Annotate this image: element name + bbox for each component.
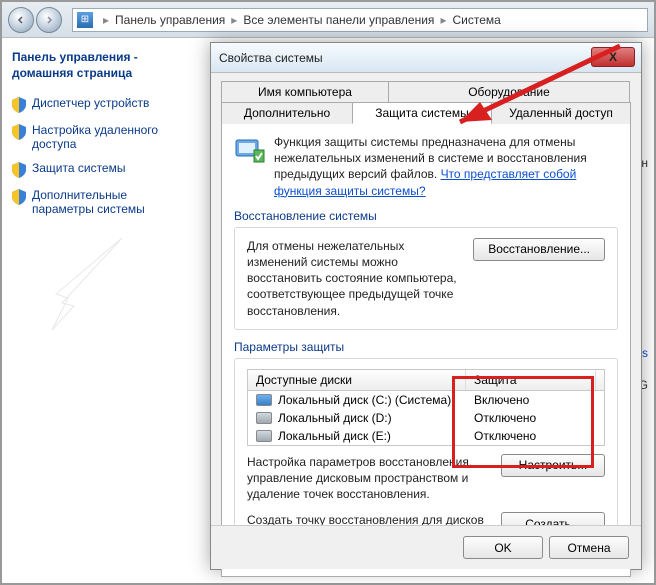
sidebar-item-advanced-system[interactable]: Дополнительные параметры системы bbox=[12, 188, 187, 216]
sidebar-subtitle[interactable]: домашняя страница bbox=[12, 66, 187, 80]
tab-computer-name[interactable]: Имя компьютера bbox=[221, 81, 389, 102]
disk-icon bbox=[256, 412, 272, 424]
disk-icon bbox=[256, 394, 272, 406]
tab-hardware[interactable]: Оборудование bbox=[388, 81, 630, 102]
sidebar-item-label: Дополнительные параметры системы bbox=[32, 188, 187, 216]
breadcrumb-item[interactable]: Все элементы панели управления bbox=[243, 13, 434, 27]
table-row[interactable]: Локальный диск (E:) Отключено bbox=[248, 427, 604, 445]
tab-panel: Функция защиты системы предназначена для… bbox=[221, 123, 631, 577]
disk-table[interactable]: Доступные диски Защита Локальный диск (C… bbox=[247, 369, 605, 446]
forward-button[interactable] bbox=[36, 7, 62, 33]
tab-advanced[interactable]: Дополнительно bbox=[221, 102, 353, 124]
shield-icon bbox=[12, 162, 26, 178]
tab-remote[interactable]: Удаленный доступ bbox=[491, 102, 631, 124]
protection-icon bbox=[234, 134, 266, 166]
disk-status: Отключено bbox=[466, 409, 596, 427]
disk-name: Локальный диск (C:) (Система) bbox=[278, 393, 451, 407]
system-icon: ⊞ bbox=[77, 12, 93, 28]
sidebar-item-label: Защита системы bbox=[32, 161, 125, 175]
group-label-restore: Восстановление системы bbox=[234, 209, 618, 223]
sidebar-item-device-manager[interactable]: Диспетчер устройств bbox=[12, 96, 187, 113]
configure-description: Настройка параметров восстановления, упр… bbox=[247, 454, 501, 503]
sidebar-item-system-protection[interactable]: Защита системы bbox=[12, 161, 187, 178]
header-protection: Защита bbox=[466, 370, 596, 390]
system-properties-dialog: Свойства системы X Имя компьютера Оборуд… bbox=[210, 42, 642, 570]
table-row[interactable]: Локальный диск (D:) Отключено bbox=[248, 409, 604, 427]
table-row[interactable]: Локальный диск (C:) (Система) Включено bbox=[248, 391, 604, 409]
chevron-right-icon: ▸ bbox=[225, 13, 243, 27]
chevron-right-icon: ▸ bbox=[97, 13, 115, 27]
sidebar-title[interactable]: Панель управления - bbox=[12, 50, 187, 64]
breadcrumb-item[interactable]: Панель управления bbox=[115, 13, 225, 27]
disk-status: Отключено bbox=[466, 427, 596, 445]
shield-icon bbox=[12, 124, 26, 140]
dialog-title: Свойства системы bbox=[219, 51, 323, 65]
shield-icon bbox=[12, 189, 26, 205]
group-label-protection: Параметры защиты bbox=[234, 340, 618, 354]
table-header: Доступные диски Защита bbox=[248, 370, 604, 391]
close-icon: X bbox=[609, 50, 617, 64]
disk-status: Включено bbox=[466, 391, 596, 409]
close-button[interactable]: X bbox=[591, 47, 635, 67]
chevron-right-icon: ▸ bbox=[434, 13, 452, 27]
cancel-button[interactable]: Отмена bbox=[549, 536, 629, 559]
dialog-titlebar[interactable]: Свойства системы X bbox=[211, 43, 641, 73]
titlebar: ⊞ ▸ Панель управления ▸ Все элементы пан… bbox=[2, 2, 654, 38]
restore-group: Для отмены нежелательных изменений систе… bbox=[234, 227, 618, 330]
shield-icon bbox=[12, 97, 26, 113]
disk-icon bbox=[256, 430, 272, 442]
breadcrumb-item[interactable]: Система bbox=[452, 13, 500, 27]
back-button[interactable] bbox=[8, 7, 34, 33]
tab-system-protection[interactable]: Защита системы bbox=[352, 102, 492, 124]
disk-name: Локальный диск (D:) bbox=[278, 411, 392, 425]
sidebar-item-remote-access[interactable]: Настройка удаленного доступа bbox=[12, 123, 187, 151]
header-drives: Доступные диски bbox=[248, 370, 466, 390]
sidebar-item-label: Настройка удаленного доступа bbox=[32, 123, 187, 151]
dialog-footer: OK Отмена bbox=[211, 525, 641, 569]
restore-description: Для отмены нежелательных изменений систе… bbox=[247, 238, 473, 319]
disk-name: Локальный диск (E:) bbox=[278, 429, 391, 443]
restore-button[interactable]: Восстановление... bbox=[473, 238, 605, 261]
sidebar: Панель управления - домашняя страница Ди… bbox=[2, 38, 197, 583]
sidebar-item-label: Диспетчер устройств bbox=[32, 96, 149, 110]
breadcrumb[interactable]: ⊞ ▸ Панель управления ▸ Все элементы пан… bbox=[72, 8, 648, 32]
ok-button[interactable]: OK bbox=[463, 536, 543, 559]
configure-button[interactable]: Настроить... bbox=[501, 454, 605, 477]
intro-text: Функция защиты системы предназначена для… bbox=[274, 134, 618, 199]
